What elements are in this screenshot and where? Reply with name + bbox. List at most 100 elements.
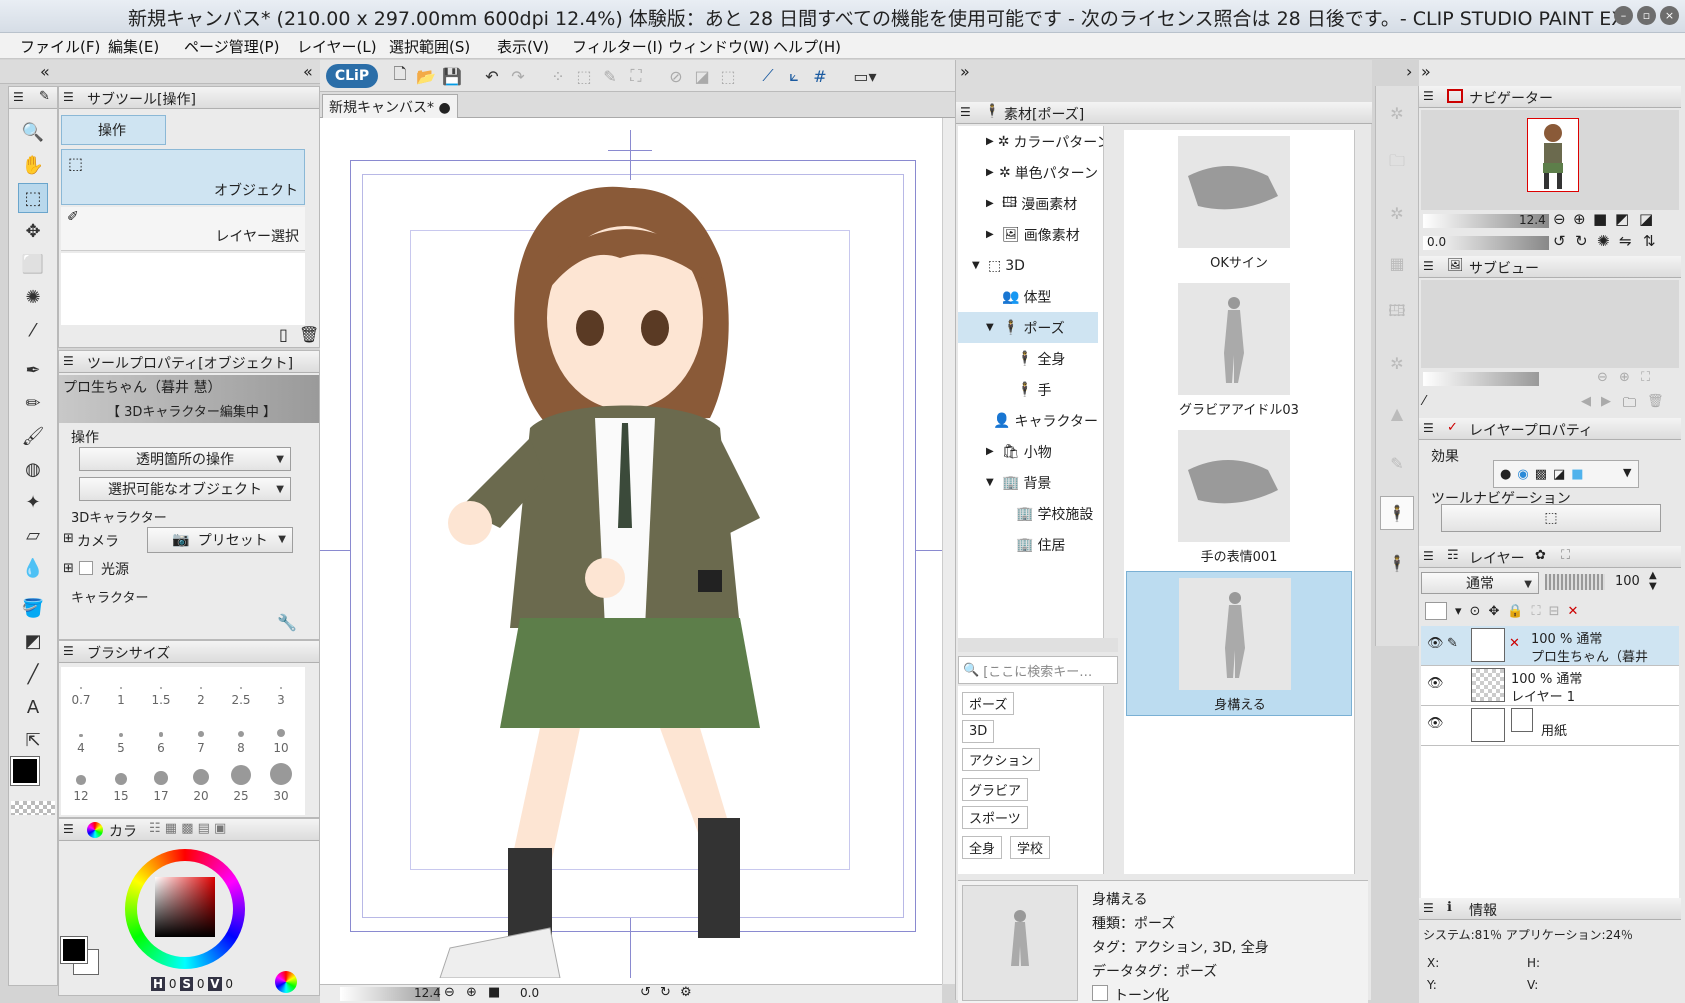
brush-size-cell[interactable]: 1 bbox=[101, 667, 141, 715]
tree-item[interactable]: 🕴 手 bbox=[958, 374, 1098, 405]
tree-toggle-icon[interactable]: ▶ bbox=[986, 167, 995, 178]
tree-vscroll[interactable] bbox=[1103, 126, 1117, 638]
subtool-object[interactable]: ⬚ オブジェクト bbox=[61, 149, 305, 205]
zoom-tool-icon[interactable]: 🔍 bbox=[18, 117, 48, 147]
material-item[interactable]: グラビアアイドル03 bbox=[1126, 277, 1352, 422]
blend-tool-icon[interactable]: 💧 bbox=[18, 553, 48, 583]
brush-tool-icon[interactable]: 🖌 bbox=[18, 421, 48, 451]
material-tag[interactable]: アクション bbox=[962, 748, 1041, 771]
color-tab-label[interactable]: カラ bbox=[109, 821, 137, 841]
reference-icon[interactable]: ✥ bbox=[1488, 604, 1499, 619]
tone-checkbox[interactable] bbox=[1092, 985, 1108, 1001]
tags-vscroll[interactable] bbox=[1103, 686, 1117, 874]
material-tag[interactable]: グラビア bbox=[962, 778, 1029, 801]
tree-item[interactable]: ▶ 🖼 画像素材 bbox=[958, 219, 1098, 250]
nav-zoom-in-icon[interactable]: ⊕ bbox=[1573, 210, 1586, 228]
color-tabs-icons[interactable]: ☷ ▦ ▩ ▤ ▣ bbox=[149, 821, 226, 836]
expand-light-icon[interactable]: ⊞ bbox=[63, 561, 74, 576]
gray-effect-icon[interactable]: ◪ bbox=[1553, 467, 1565, 482]
subview-trash-icon[interactable]: 🗑 bbox=[1647, 394, 1664, 409]
tree-item[interactable]: ▶ ✲ カラーパターン bbox=[958, 126, 1106, 157]
material-tag[interactable]: 学校 bbox=[1010, 836, 1051, 859]
selectable-object-dropdown[interactable]: 選択可能なオブジェクト bbox=[79, 477, 291, 501]
menu-icon[interactable]: ☰ bbox=[63, 354, 74, 368]
material-tag[interactable]: ポーズ bbox=[962, 692, 1015, 715]
menu-icon[interactable]: ☰ bbox=[1423, 549, 1434, 563]
zoom-in-icon[interactable]: ⊕ bbox=[466, 985, 477, 1000]
tree-item[interactable]: ▼ 🕴 ポーズ bbox=[958, 312, 1098, 343]
tree-item[interactable]: ▶ 🖽 漫画素材 bbox=[958, 188, 1098, 219]
subview-import-icon[interactable]: 🗀 bbox=[1623, 394, 1636, 416]
tree-toggle-icon[interactable]: ▼ bbox=[972, 260, 984, 271]
subview-prev-icon[interactable]: ◀ bbox=[1581, 394, 1591, 409]
airbrush-tool-icon[interactable]: ◍ bbox=[18, 454, 48, 484]
brush-size-cell[interactable]: 0.7 bbox=[61, 667, 101, 715]
canvas-vscroll[interactable] bbox=[942, 118, 955, 984]
navigator-angle[interactable]: 0.0 bbox=[1427, 235, 1446, 249]
fill-icon[interactable]: ✎ bbox=[598, 64, 622, 88]
menu-selection[interactable]: 選択範囲(S) bbox=[389, 36, 470, 57]
menu-edit[interactable]: 編集(E) bbox=[108, 36, 159, 57]
material-search[interactable]: 🔍 [ここに検索キー… bbox=[958, 656, 1118, 684]
ruler-display-icon[interactable]: ✕ bbox=[1568, 604, 1579, 619]
strip-pose-icon[interactable]: 🕴 bbox=[1380, 496, 1414, 530]
border-effect-icon[interactable]: ● bbox=[1500, 467, 1511, 482]
expand-camera-icon[interactable]: ⊞ bbox=[63, 531, 74, 546]
invert-selection-icon[interactable]: ◪ bbox=[690, 64, 714, 88]
brush-size-cell[interactable]: 10 bbox=[261, 715, 301, 763]
minimize-button[interactable]: – bbox=[1614, 6, 1633, 25]
reset-rotation-icon[interactable]: ⚙ bbox=[680, 985, 692, 1000]
brush-size-cell[interactable]: 25 bbox=[221, 763, 261, 811]
selection-border-icon[interactable]: ⬚ bbox=[716, 64, 740, 88]
expand-right-2-icon[interactable]: › bbox=[1406, 62, 1412, 81]
deselect-icon[interactable]: ⊘ bbox=[664, 64, 688, 88]
rotate-right-icon[interactable]: ↻ bbox=[660, 985, 671, 1000]
transparent-swatch[interactable] bbox=[11, 801, 55, 815]
auto-select-tool-icon[interactable]: ✺ bbox=[18, 282, 48, 312]
collapse-left-2-icon[interactable]: « bbox=[303, 62, 313, 81]
tree-item[interactable]: 🏢 住居 bbox=[958, 529, 1098, 560]
material-tag[interactable]: 3D bbox=[962, 720, 995, 743]
brush-size-cell[interactable]: 4 bbox=[61, 715, 101, 763]
brush-size-cell[interactable]: 2 bbox=[181, 667, 221, 715]
transform-icon[interactable]: ⛶ bbox=[624, 64, 648, 88]
strip-material-icon-6[interactable]: ✲ bbox=[1380, 346, 1414, 380]
menu-layer[interactable]: レイヤー(L) bbox=[297, 36, 377, 57]
fit-icon[interactable]: ■ bbox=[488, 985, 500, 1000]
nav-flip-v2-icon[interactable]: ⇅ bbox=[1643, 232, 1656, 250]
brush-size-cell[interactable]: 1.5 bbox=[141, 667, 181, 715]
tree-toggle-icon[interactable]: ▶ bbox=[986, 446, 998, 457]
nav-zoom-out-icon[interactable]: ⊖ bbox=[1553, 210, 1566, 228]
preset-dropdown[interactable]: 📷 プリセット bbox=[147, 527, 293, 553]
figure-tool-icon[interactable]: ╱ bbox=[18, 659, 48, 689]
clip-logo[interactable]: CLiP bbox=[326, 64, 378, 88]
maximize-button[interactable]: ▫ bbox=[1637, 6, 1656, 25]
subtool-layer-select[interactable]: ✐ レイヤー選択 bbox=[61, 207, 305, 251]
selection-tool-icon[interactable]: ⬜ bbox=[18, 249, 48, 279]
close-button[interactable]: × bbox=[1660, 6, 1679, 25]
pen-tool-icon[interactable]: ✒ bbox=[18, 355, 48, 385]
nav-fit-icon[interactable]: ■ bbox=[1593, 210, 1607, 228]
eye-icon[interactable]: 👁 bbox=[1427, 636, 1444, 651]
layer-tab-2-icon[interactable]: ✿ bbox=[1535, 548, 1546, 563]
menu-icon[interactable]: ☰ bbox=[1423, 89, 1434, 103]
strip-material-icon-4[interactable]: ▦ bbox=[1380, 246, 1414, 280]
opacity-slider[interactable] bbox=[1545, 574, 1605, 590]
hand-tool-icon[interactable]: ✋ bbox=[18, 150, 48, 180]
brush-size-cell[interactable]: 8 bbox=[221, 715, 261, 763]
trash-icon[interactable]: 🗑 bbox=[299, 325, 319, 344]
menu-view[interactable]: 表示(V) bbox=[497, 36, 549, 57]
strip-material-icon-5[interactable]: 🖽 bbox=[1380, 296, 1414, 330]
gradient-tool-icon[interactable]: ◩ bbox=[18, 626, 48, 656]
tree-toggle-icon[interactable]: ▼ bbox=[986, 477, 998, 488]
pattern-effect-icon[interactable]: ▩ bbox=[1535, 467, 1547, 482]
opacity-stepper-icon[interactable]: ▲ ▼ bbox=[1649, 570, 1657, 592]
tree-item[interactable]: ▼ 🏢 背景 bbox=[958, 467, 1098, 498]
text-tool-icon[interactable]: A bbox=[18, 692, 48, 722]
material-item[interactable]: 手の表情001 bbox=[1126, 424, 1352, 569]
effect-dropdown-icon[interactable]: ▼ bbox=[1623, 466, 1631, 479]
undo-icon[interactable]: ↶ bbox=[480, 64, 504, 88]
color-wheel-tab-icon[interactable] bbox=[87, 822, 103, 838]
3d-character[interactable] bbox=[380, 148, 860, 978]
toolnav-button[interactable]: ⬚ bbox=[1441, 504, 1661, 532]
